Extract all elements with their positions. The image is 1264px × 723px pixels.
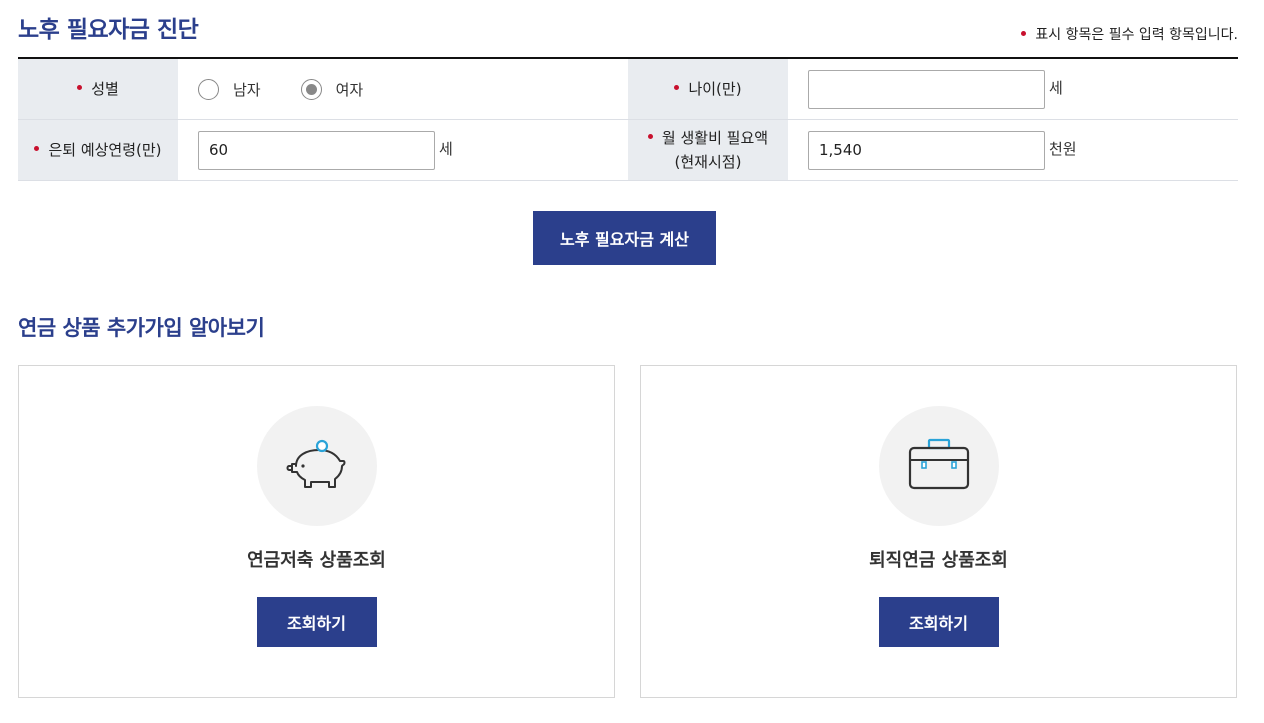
- required-dot: [77, 84, 83, 90]
- pension-savings-search-button[interactable]: 조회하기: [256, 597, 377, 647]
- required-dot: [1021, 30, 1027, 36]
- radio-circle-checked[interactable]: [300, 78, 322, 100]
- gender-female-radio[interactable]: 여자: [300, 78, 364, 100]
- form-row-2: 은퇴 예상연령(만) 세 월 생활비 필요액 (현재시점) 천원: [18, 120, 1238, 181]
- diagnosis-form: 성별 남자 여자 나이(만) 세 은퇴 예상연령(만) 60 세 월 생활비 필…: [18, 57, 1238, 181]
- required-note-text: 표시 항목은 필수 입력 항목입니다.: [1035, 27, 1238, 43]
- briefcase-icon: [878, 406, 999, 526]
- gender-field: 남자 여자: [178, 59, 628, 119]
- retire-age-label-text: 은퇴 예상연령(만): [48, 141, 162, 159]
- gender-male-radio[interactable]: 남자: [198, 78, 261, 100]
- piggy-bank-svg: [286, 439, 345, 488]
- age-label-text: 나이(만): [688, 80, 742, 98]
- section-title: 연금 상품 추가가입 알아보기: [18, 316, 265, 340]
- required-dot: [34, 145, 40, 151]
- living-cost-label-box: 월 생활비 필요액 (현재시점): [647, 126, 769, 174]
- retirement-pension-search-button[interactable]: 조회하기: [878, 597, 999, 647]
- retire-age-field: 세: [178, 120, 628, 180]
- piggy-bank-icon: [256, 406, 377, 526]
- retirement-pension-title: 퇴직연금 상품조회: [869, 550, 1008, 571]
- living-cost-field: 천원: [788, 120, 1238, 180]
- calculate-button[interactable]: 노후 필요자금 계산: [533, 211, 716, 265]
- radio-circle[interactable]: [198, 78, 219, 100]
- gender-male-label: 남자: [233, 80, 261, 99]
- age-input[interactable]: [808, 69, 1045, 109]
- form-row-1: 성별 남자 여자 나이(만) 세: [18, 59, 1238, 120]
- gender-radio-group: 남자 여자: [198, 78, 403, 100]
- living-cost-label: 월 생활비 필요액 (현재시점): [628, 120, 788, 180]
- retire-age-input[interactable]: [198, 130, 435, 170]
- retire-age-unit: 세: [439, 140, 453, 158]
- living-cost-label-line1: 월 생활비 필요액: [661, 129, 769, 147]
- age-field: 세: [788, 59, 1238, 119]
- retirement-pension-card: 퇴직연금 상품조회 조회하기: [640, 365, 1237, 698]
- gender-label: 성별: [18, 59, 178, 119]
- briefcase-svg: [908, 438, 969, 490]
- age-label: 나이(만): [628, 59, 788, 119]
- page-title: 노후 필요자금 진단: [18, 17, 199, 43]
- retire-age-label: 은퇴 예상연령(만): [18, 120, 178, 180]
- required-note: 표시 항목은 필수 입력 항목입니다.: [1021, 24, 1238, 44]
- gender-label-text: 성별: [91, 80, 119, 98]
- pension-savings-card: 연금저축 상품조회 조회하기: [18, 365, 615, 698]
- living-cost-input[interactable]: [808, 130, 1045, 170]
- required-dot: [674, 84, 680, 90]
- living-cost-unit: 천원: [1049, 140, 1077, 158]
- gender-female-label: 여자: [335, 80, 364, 99]
- living-cost-label-line2: (현재시점): [674, 153, 742, 171]
- required-dot: [647, 134, 653, 139]
- pension-savings-title: 연금저축 상품조회: [247, 550, 386, 571]
- age-unit: 세: [1049, 79, 1063, 97]
